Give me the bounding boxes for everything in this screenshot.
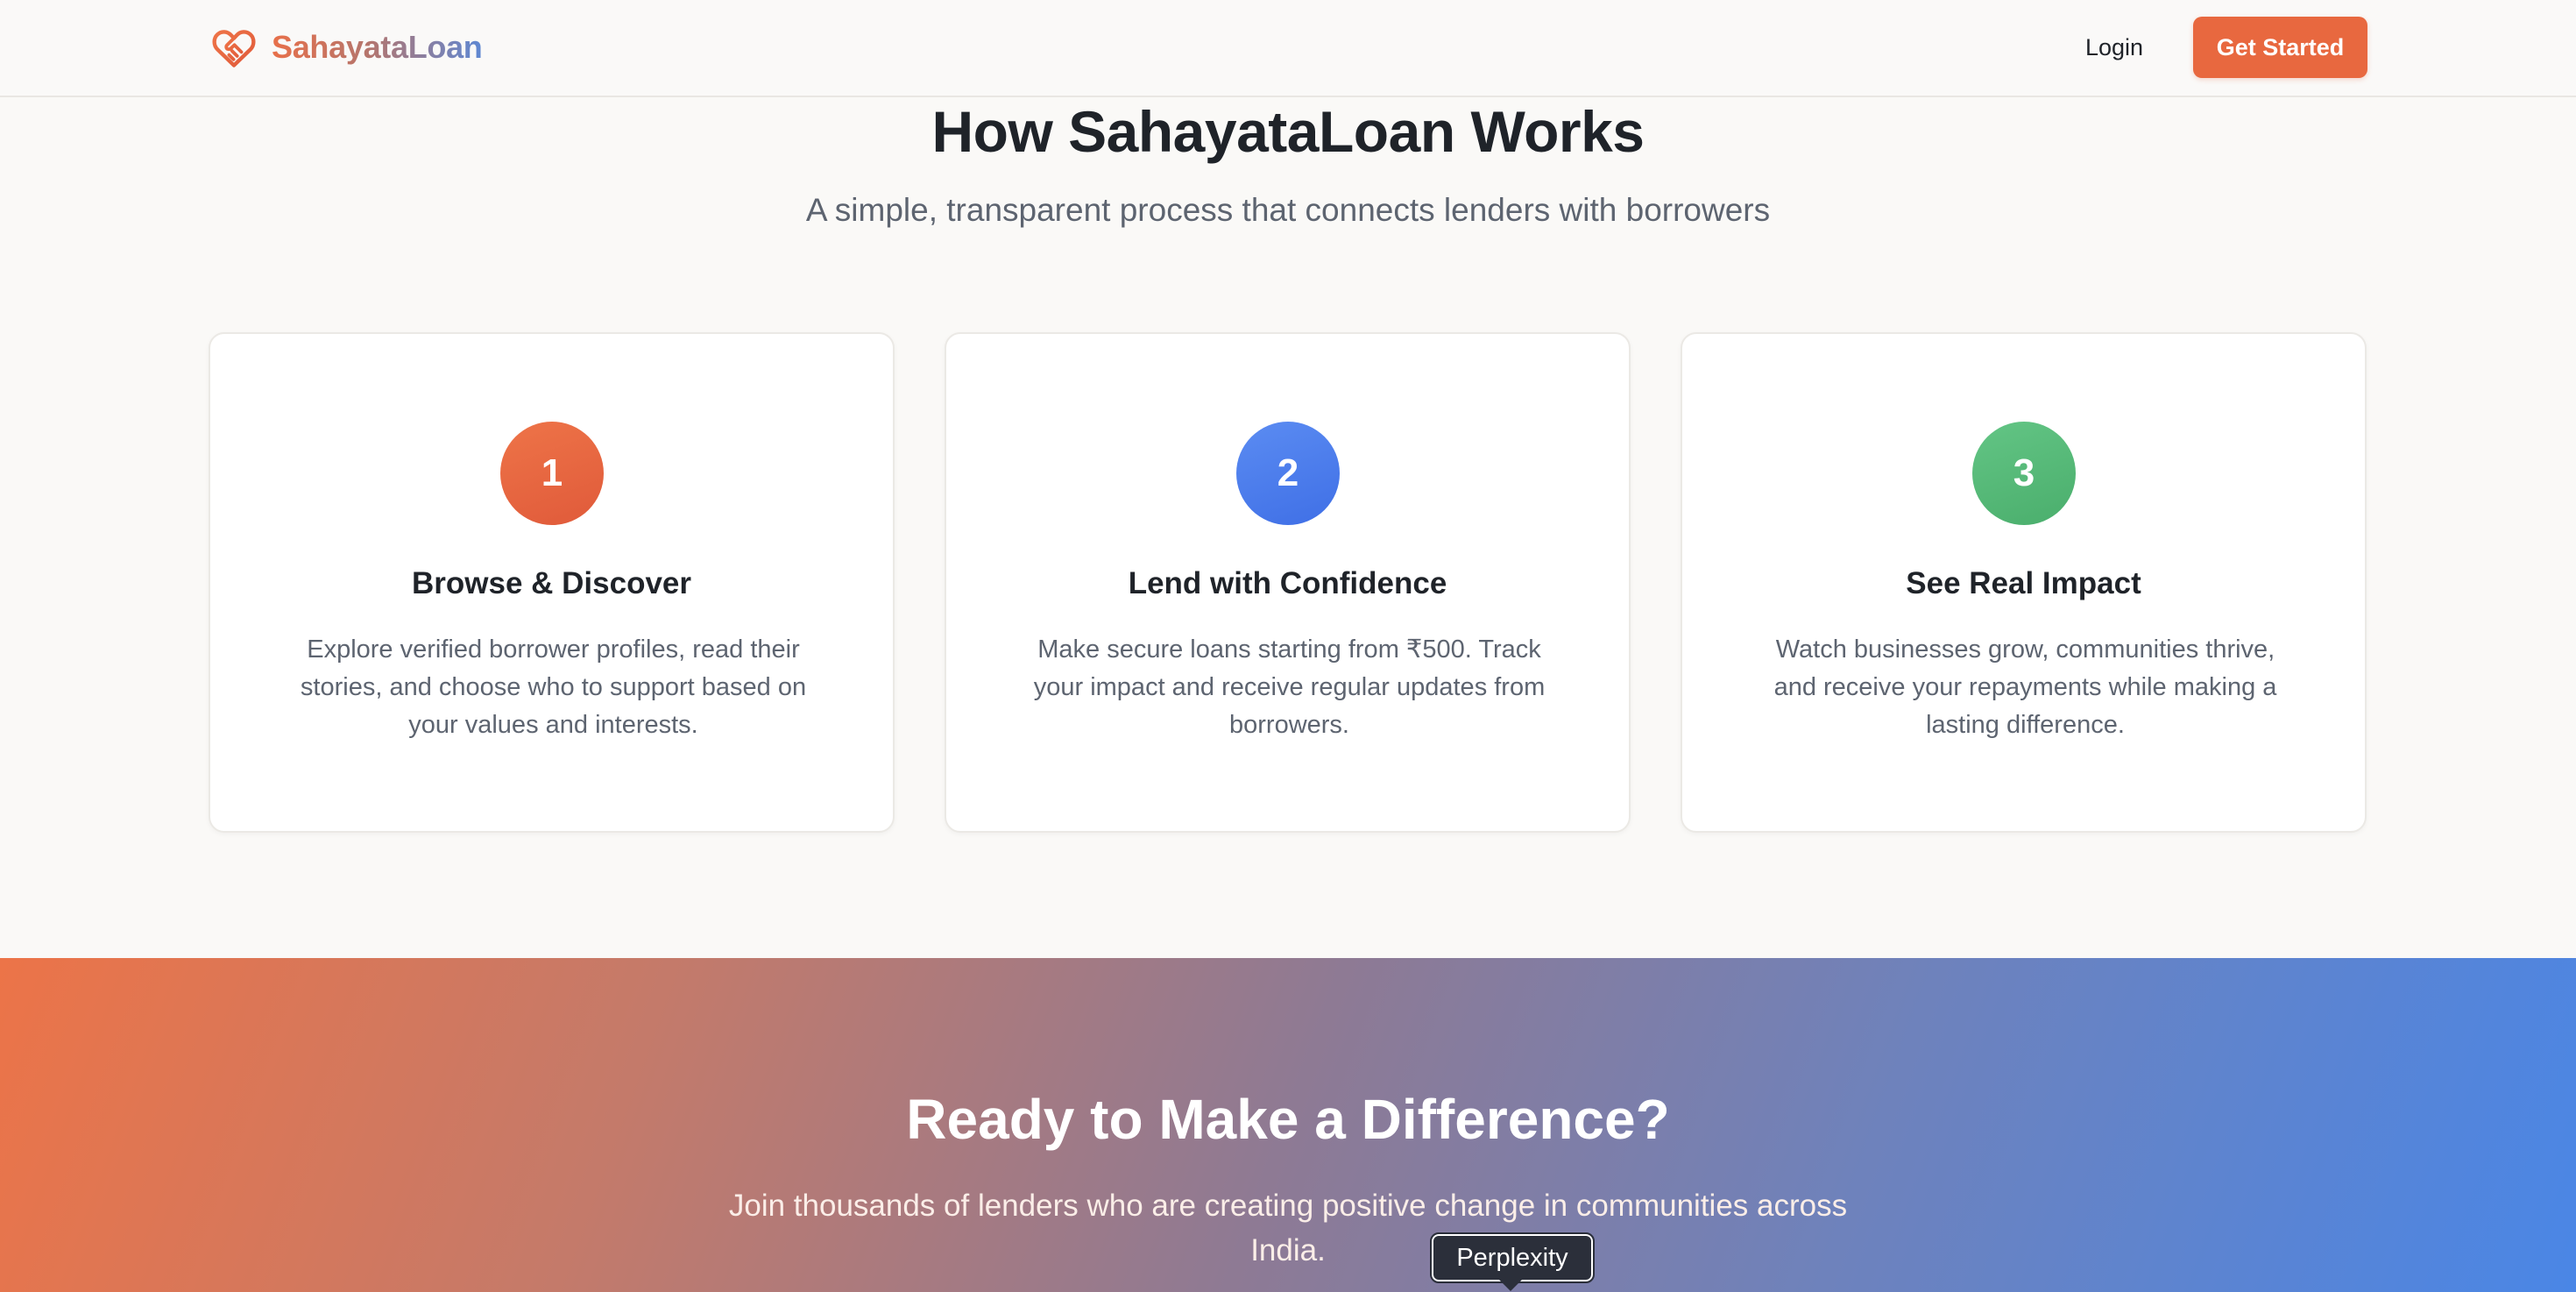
get-started-button[interactable]: Get Started xyxy=(2193,17,2367,78)
section-subtitle: A simple, transparent process that conne… xyxy=(805,192,1771,228)
step-card-impact: 3 See Real Impact Watch businesses grow,… xyxy=(1681,332,2367,833)
cta-band: Ready to Make a Difference? Join thousan… xyxy=(0,958,2576,1292)
step-number-badge: 1 xyxy=(500,422,604,525)
step-title: Browse & Discover xyxy=(411,566,692,600)
step-card-browse: 1 Browse & Discover Explore verified bor… xyxy=(209,332,895,833)
step-description: Explore verified borrower profiles, read… xyxy=(300,635,807,739)
cta-subtitle: Join thousands of lenders who are creati… xyxy=(728,1189,1848,1267)
cta-title: Ready to Make a Difference? xyxy=(906,1088,1670,1151)
login-link[interactable]: Login xyxy=(2068,25,2161,70)
step-number-badge: 2 xyxy=(1236,422,1340,525)
step-title: See Real Impact xyxy=(1906,566,2141,600)
heart-handshake-icon xyxy=(212,30,256,67)
perplexity-tooltip: Perplexity xyxy=(1430,1232,1595,1283)
brand-name: SahayataLoan xyxy=(272,29,483,65)
step-card-lend: 2 Lend with Confidence Make secure loans… xyxy=(945,332,1631,833)
top-navbar: SahayataLoan Login Get Started xyxy=(0,0,2576,97)
tooltip-pointer xyxy=(1498,1279,1523,1291)
step-title: Lend with Confidence xyxy=(1128,566,1447,600)
brand-logo[interactable]: SahayataLoan xyxy=(209,21,483,74)
step-number-badge: 3 xyxy=(1972,422,2076,525)
section-title: How SahayataLoan Works xyxy=(931,99,1645,164)
step-description: Watch businesses grow, communities thriv… xyxy=(1773,635,2277,739)
step-description: Make secure loans starting from ₹500. Tr… xyxy=(1033,635,1546,739)
